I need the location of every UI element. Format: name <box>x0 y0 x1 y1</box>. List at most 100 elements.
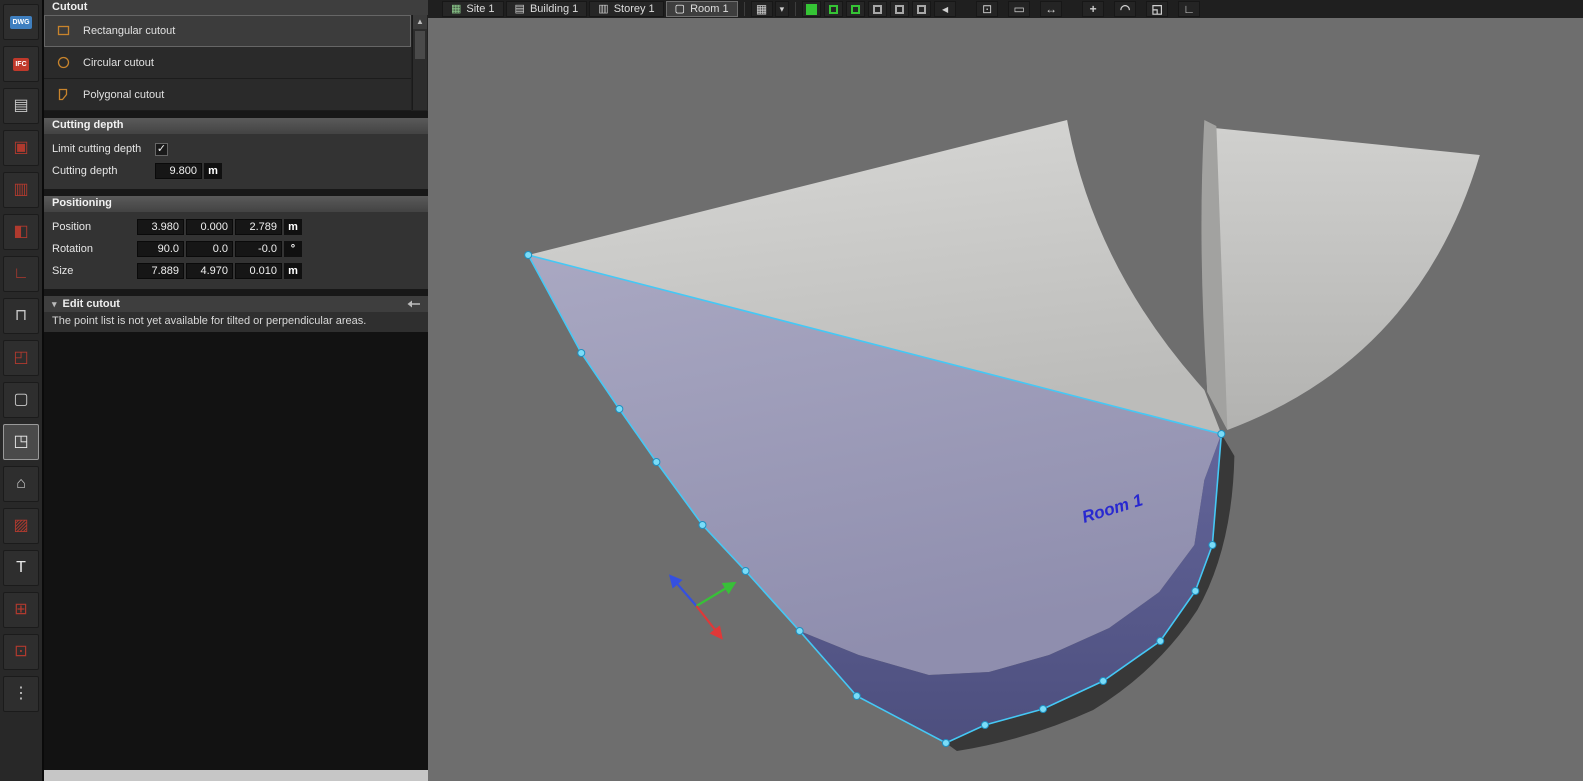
circular-cutout-icon <box>56 55 71 70</box>
view-mode-gray-frame-3-button[interactable] <box>912 1 932 17</box>
cutout-type-rectangular[interactable]: Rectangular cutout <box>44 15 411 47</box>
view-mode-solid-green-button[interactable] <box>802 1 822 17</box>
dimension-button[interactable]: ↔ <box>1040 1 1063 17</box>
vertex-handle[interactable] <box>577 349 586 357</box>
cutout-type-polygonal[interactable]: Polygonal cutout <box>44 79 411 111</box>
insulation-tool-button[interactable]: ▨ <box>3 508 39 544</box>
vertex-handle[interactable] <box>741 567 750 575</box>
cutout-tool-button[interactable]: ◳ <box>3 424 39 460</box>
arc-tool-icon: ◠ <box>1119 2 1131 16</box>
text-tool-icon: T <box>16 559 26 576</box>
limit-cutting-depth-checkbox[interactable]: ✓ <box>155 142 168 156</box>
view-mode-gray-frame-3-icon <box>917 4 927 14</box>
size-z-input[interactable] <box>235 263 282 279</box>
vertex-handle[interactable] <box>980 721 989 729</box>
edit-cutout-label: Edit cutout <box>62 298 120 310</box>
vertex-handle[interactable] <box>652 458 661 466</box>
vertex-handle[interactable] <box>1099 677 1108 685</box>
nav-room-1[interactable]: ▢ Room 1 <box>665 1 738 17</box>
cutout-type-label: Polygonal cutout <box>83 88 165 101</box>
grid-settings-button[interactable]: ▦ <box>750 1 773 17</box>
slab-plus-tool-button[interactable]: ⊞ <box>3 592 39 628</box>
position-z-input[interactable] <box>235 219 282 235</box>
vertex-handle[interactable] <box>795 627 804 635</box>
ruler-button[interactable]: ▭ <box>1008 1 1031 17</box>
vertex-handle[interactable] <box>1039 705 1048 713</box>
panel-tool-icon: ▥ <box>13 181 29 198</box>
size-y-input[interactable] <box>186 263 233 279</box>
panel-title: Cutout <box>44 0 428 15</box>
roof-tool-button[interactable]: ⌂ <box>3 466 39 502</box>
room-icon: ▢ <box>674 2 686 15</box>
vertex-handle[interactable] <box>941 739 950 747</box>
cutout-panel: Cutout Rectangular cutout Circular cutou… <box>44 0 428 781</box>
storey-icon: ▥ <box>598 2 609 15</box>
text-tool-button[interactable]: T <box>3 550 39 586</box>
grid-dropdown-button[interactable]: ▾ <box>774 1 790 17</box>
rotation-y-input[interactable] <box>186 241 233 257</box>
import-ifc-button[interactable]: IFC <box>3 46 39 82</box>
nav-site-1[interactable]: ▦ Site 1 <box>442 1 504 17</box>
vertex-handle[interactable] <box>615 405 624 413</box>
component-tool-button[interactable]: ▤ <box>3 88 39 124</box>
size-unit: m <box>284 263 302 279</box>
window-tool-button[interactable]: ⊓ <box>3 298 39 334</box>
edit-cutout-header[interactable]: ▾ Edit cutout <box>44 296 428 312</box>
rotation-x-input[interactable] <box>137 241 184 257</box>
cutout-type-circular[interactable]: Circular cutout <box>44 47 411 79</box>
vertex-handle[interactable] <box>1208 541 1217 549</box>
import-dwg-button[interactable]: DWG <box>3 4 39 40</box>
volume-tool-button[interactable]: ◱ <box>1146 1 1169 17</box>
scrollbar-thumb[interactable] <box>415 31 425 59</box>
view-mode-gray-frame-2-button[interactable] <box>890 1 910 17</box>
levels-tool-button[interactable]: ⋮ <box>3 676 39 712</box>
scroll-up-icon[interactable]: ▲ <box>413 15 427 29</box>
corner-wall-tool-button[interactable]: ∟ <box>3 256 39 292</box>
wall-tool-button[interactable]: ▣ <box>3 130 39 166</box>
collapse-left-button[interactable]: ◀ <box>934 1 957 17</box>
vertex-handle[interactable] <box>698 521 707 529</box>
vertex-handle[interactable] <box>852 692 861 700</box>
cutout-type-label: Rectangular cutout <box>83 24 176 37</box>
move-tool-button[interactable]: + <box>1082 1 1105 17</box>
pin-icon[interactable] <box>407 300 420 308</box>
position-x-input[interactable] <box>137 219 184 235</box>
vertex-handle[interactable] <box>1217 430 1226 438</box>
rotation-unit: ° <box>284 241 302 257</box>
view-mode-green-frame-2-button[interactable] <box>846 1 866 17</box>
angle-tool-button[interactable]: ∟ <box>1178 1 1201 17</box>
cutout-list-scrollbar[interactable]: ▲ <box>412 15 427 110</box>
vertex-handle[interactable] <box>524 251 533 259</box>
panel-horizontal-scrollbar[interactable] <box>44 770 428 781</box>
dimension-icon: ↔ <box>1045 2 1058 16</box>
import-ifc-icon: IFC <box>13 57 29 71</box>
view-mode-gray-frame-2-icon <box>895 4 905 14</box>
angle-tool-icon: ∟ <box>1183 2 1195 16</box>
arc-tool-button[interactable]: ◠ <box>1114 1 1137 17</box>
crop-region-button[interactable]: ⊡ <box>976 1 999 17</box>
scene-canvas[interactable]: Room 1 <box>428 18 1583 781</box>
grid-dropdown-icon: ▾ <box>779 3 785 14</box>
view-mode-green-frame-1-button[interactable] <box>824 1 844 17</box>
opening-tool-button[interactable]: ◰ <box>3 340 39 376</box>
vertex-handle[interactable] <box>1191 587 1200 595</box>
view-mode-gray-frame-1-button[interactable] <box>868 1 888 17</box>
door-tool-button[interactable]: ◧ <box>3 214 39 250</box>
cutting-depth-section: Limit cutting depth ✓ Cutting depth m <box>44 134 428 189</box>
cutting-depth-unit: m <box>204 163 222 179</box>
box-tool-button[interactable]: ▢ <box>3 382 39 418</box>
toolbar-separator <box>743 2 745 16</box>
vertex-handle[interactable] <box>1156 637 1165 645</box>
position-y-input[interactable] <box>186 219 233 235</box>
edit-cutout-note: The point list is not yet available for … <box>44 312 428 332</box>
panel-tool-button[interactable]: ▥ <box>3 172 39 208</box>
viewport-3d[interactable]: Room 1 <box>428 18 1583 781</box>
nav-storey-1[interactable]: ▥ Storey 1 <box>589 1 664 17</box>
nav-building-1[interactable]: ▤ Building 1 <box>505 1 588 17</box>
marker-tool-button[interactable]: ⊡ <box>3 634 39 670</box>
site-icon: ▦ <box>451 2 462 15</box>
size-x-input[interactable] <box>137 263 184 279</box>
component-tool-icon: ▤ <box>13 97 29 114</box>
rotation-z-input[interactable] <box>235 241 282 257</box>
cutting-depth-input[interactable] <box>155 163 202 179</box>
